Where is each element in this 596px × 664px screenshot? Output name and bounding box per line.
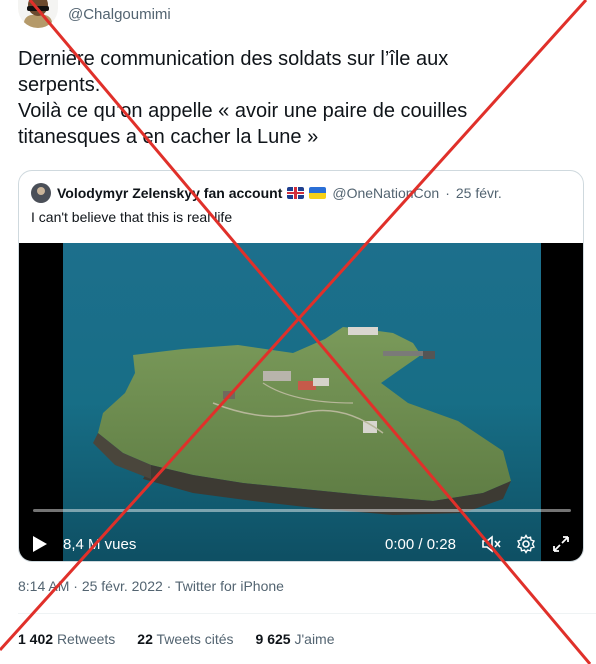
author-row: @Chalgoumimi (18, 0, 171, 28)
tweet: @Chalgoumimi Dernière communication des … (0, 0, 596, 664)
meta-separator: · (73, 578, 78, 594)
tweet-source[interactable]: Twitter for iPhone (175, 578, 284, 594)
tweet-date[interactable]: 25 févr. 2022 (82, 578, 163, 594)
avatar[interactable] (18, 0, 58, 28)
uk-flag-icon (287, 187, 305, 199)
quote-tweets-label: Tweets cités (156, 631, 234, 647)
divider (18, 613, 596, 614)
play-icon[interactable] (33, 536, 47, 552)
tweet-stats: 1 402 Retweets 22 Tweets cités 9 625 J'a… (18, 631, 357, 647)
video-player[interactable]: 8,4 M vues 0:00 / 0:28 (19, 243, 583, 561)
quoted-date[interactable]: 25 févr. (456, 185, 502, 201)
quoted-tweet[interactable]: Volodymyr Zelenskyy fan account @OneNati… (18, 170, 584, 562)
quoted-author-name[interactable]: Volodymyr Zelenskyy fan account (57, 185, 282, 201)
retweets-count: 1 402 (18, 631, 54, 647)
meta-separator: · (445, 185, 450, 201)
quote-tweets-stat[interactable]: 22 Tweets cités (137, 631, 233, 647)
quoted-text: I can't believe that this is real life (31, 209, 233, 225)
likes-count: 9 625 (255, 631, 291, 647)
quoted-tweet-header: Volodymyr Zelenskyy fan account @OneNati… (31, 183, 502, 203)
gear-icon[interactable] (516, 534, 536, 554)
tweet-text-line: Voilà ce qu’on appelle « avoir une paire… (18, 100, 468, 122)
tweet-meta: 8:14 AM · 25 févr. 2022 · Twitter for iP… (18, 578, 284, 594)
retweets-label: Retweets (56, 631, 116, 647)
quoted-author-handle[interactable]: @OneNationCon (332, 185, 439, 201)
tweet-text-line: Dernière communication des soldats sur l… (18, 48, 449, 70)
author-handle[interactable]: @Chalgoumimi (68, 6, 171, 23)
video-controls: 8,4 M vues 0:00 / 0:28 (19, 522, 583, 561)
video-thumbnail (63, 243, 541, 561)
current-time: 0:00 (385, 536, 415, 553)
video-progress-bar[interactable] (33, 509, 571, 512)
quote-tweets-count: 22 (137, 631, 153, 647)
likes-stat[interactable]: 9 625 J'aime (256, 631, 335, 647)
likes-label: J'aime (294, 631, 335, 647)
meta-separator: · (166, 578, 172, 594)
tweet-time[interactable]: 8:14 AM (18, 578, 69, 594)
tweet-text-line: serpents. (18, 74, 101, 96)
tweet-text: Dernière communication des soldats sur l… (18, 46, 578, 150)
video-time: 0:00 / 0:28 (385, 536, 456, 553)
quoted-avatar[interactable] (31, 183, 51, 203)
tweet-text-line: titanesques a en cacher la Lune » (18, 126, 319, 148)
retweets-stat[interactable]: 1 402 Retweets (18, 631, 115, 647)
mute-icon[interactable] (481, 534, 501, 554)
view-count: 8,4 M vues (63, 536, 137, 553)
video-duration: 0:28 (426, 536, 456, 553)
time-separator: / (418, 536, 423, 553)
fullscreen-icon[interactable] (551, 534, 571, 554)
ukraine-flag-icon (309, 187, 327, 199)
